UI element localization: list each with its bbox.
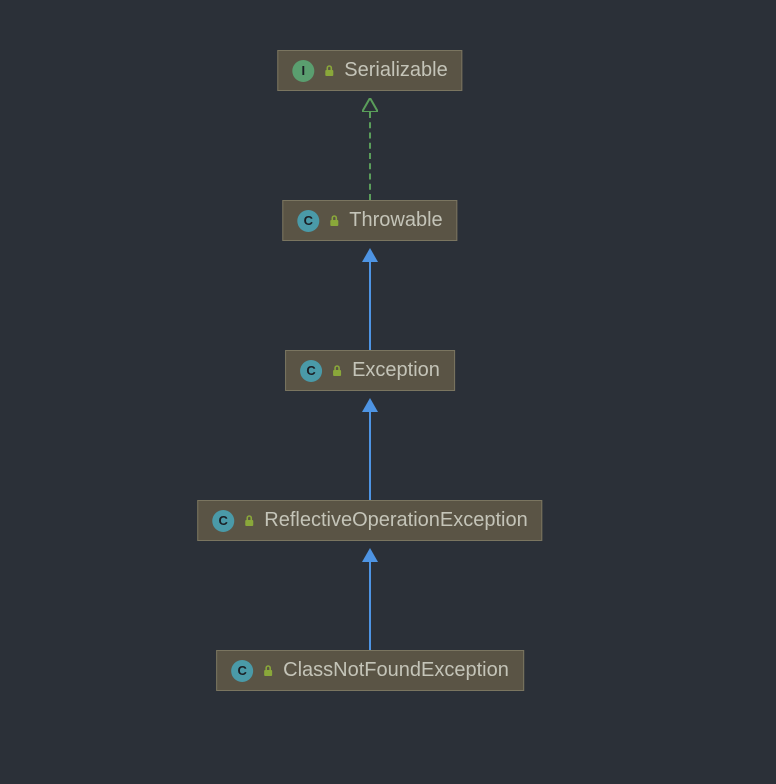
arrow-head-solid-icon — [362, 548, 378, 562]
node-label: Throwable — [349, 209, 442, 232]
class-badge-icon: C — [231, 660, 253, 682]
lock-icon — [330, 364, 344, 378]
node-label: Exception — [352, 359, 440, 382]
interface-badge-icon: I — [292, 60, 314, 82]
node-class-not-found-exception[interactable]: C ClassNotFoundException — [216, 650, 524, 691]
node-serializable[interactable]: I Serializable — [277, 50, 462, 91]
node-exception[interactable]: C Exception — [285, 350, 455, 391]
node-label: ClassNotFoundException — [283, 659, 509, 682]
lock-icon — [322, 64, 336, 78]
node-reflective-operation-exception[interactable]: C ReflectiveOperationException — [197, 500, 542, 541]
lock-icon — [327, 214, 341, 228]
class-hierarchy-diagram: I Serializable C Throwable C Exception C… — [0, 0, 776, 784]
class-badge-icon: C — [300, 360, 322, 382]
node-throwable[interactable]: C Throwable — [282, 200, 457, 241]
lock-icon — [261, 664, 275, 678]
arrow-head-solid-icon — [362, 248, 378, 262]
edge-extends — [369, 412, 371, 500]
edge-extends — [369, 262, 371, 350]
edge-extends — [369, 562, 371, 650]
arrow-head-solid-icon — [362, 398, 378, 412]
edge-implements — [369, 112, 371, 200]
class-badge-icon: C — [297, 210, 319, 232]
node-label: Serializable — [344, 59, 447, 82]
arrow-head-open-icon — [362, 98, 378, 112]
lock-icon — [242, 514, 256, 528]
node-label: ReflectiveOperationException — [264, 509, 527, 532]
class-badge-icon: C — [212, 510, 234, 532]
